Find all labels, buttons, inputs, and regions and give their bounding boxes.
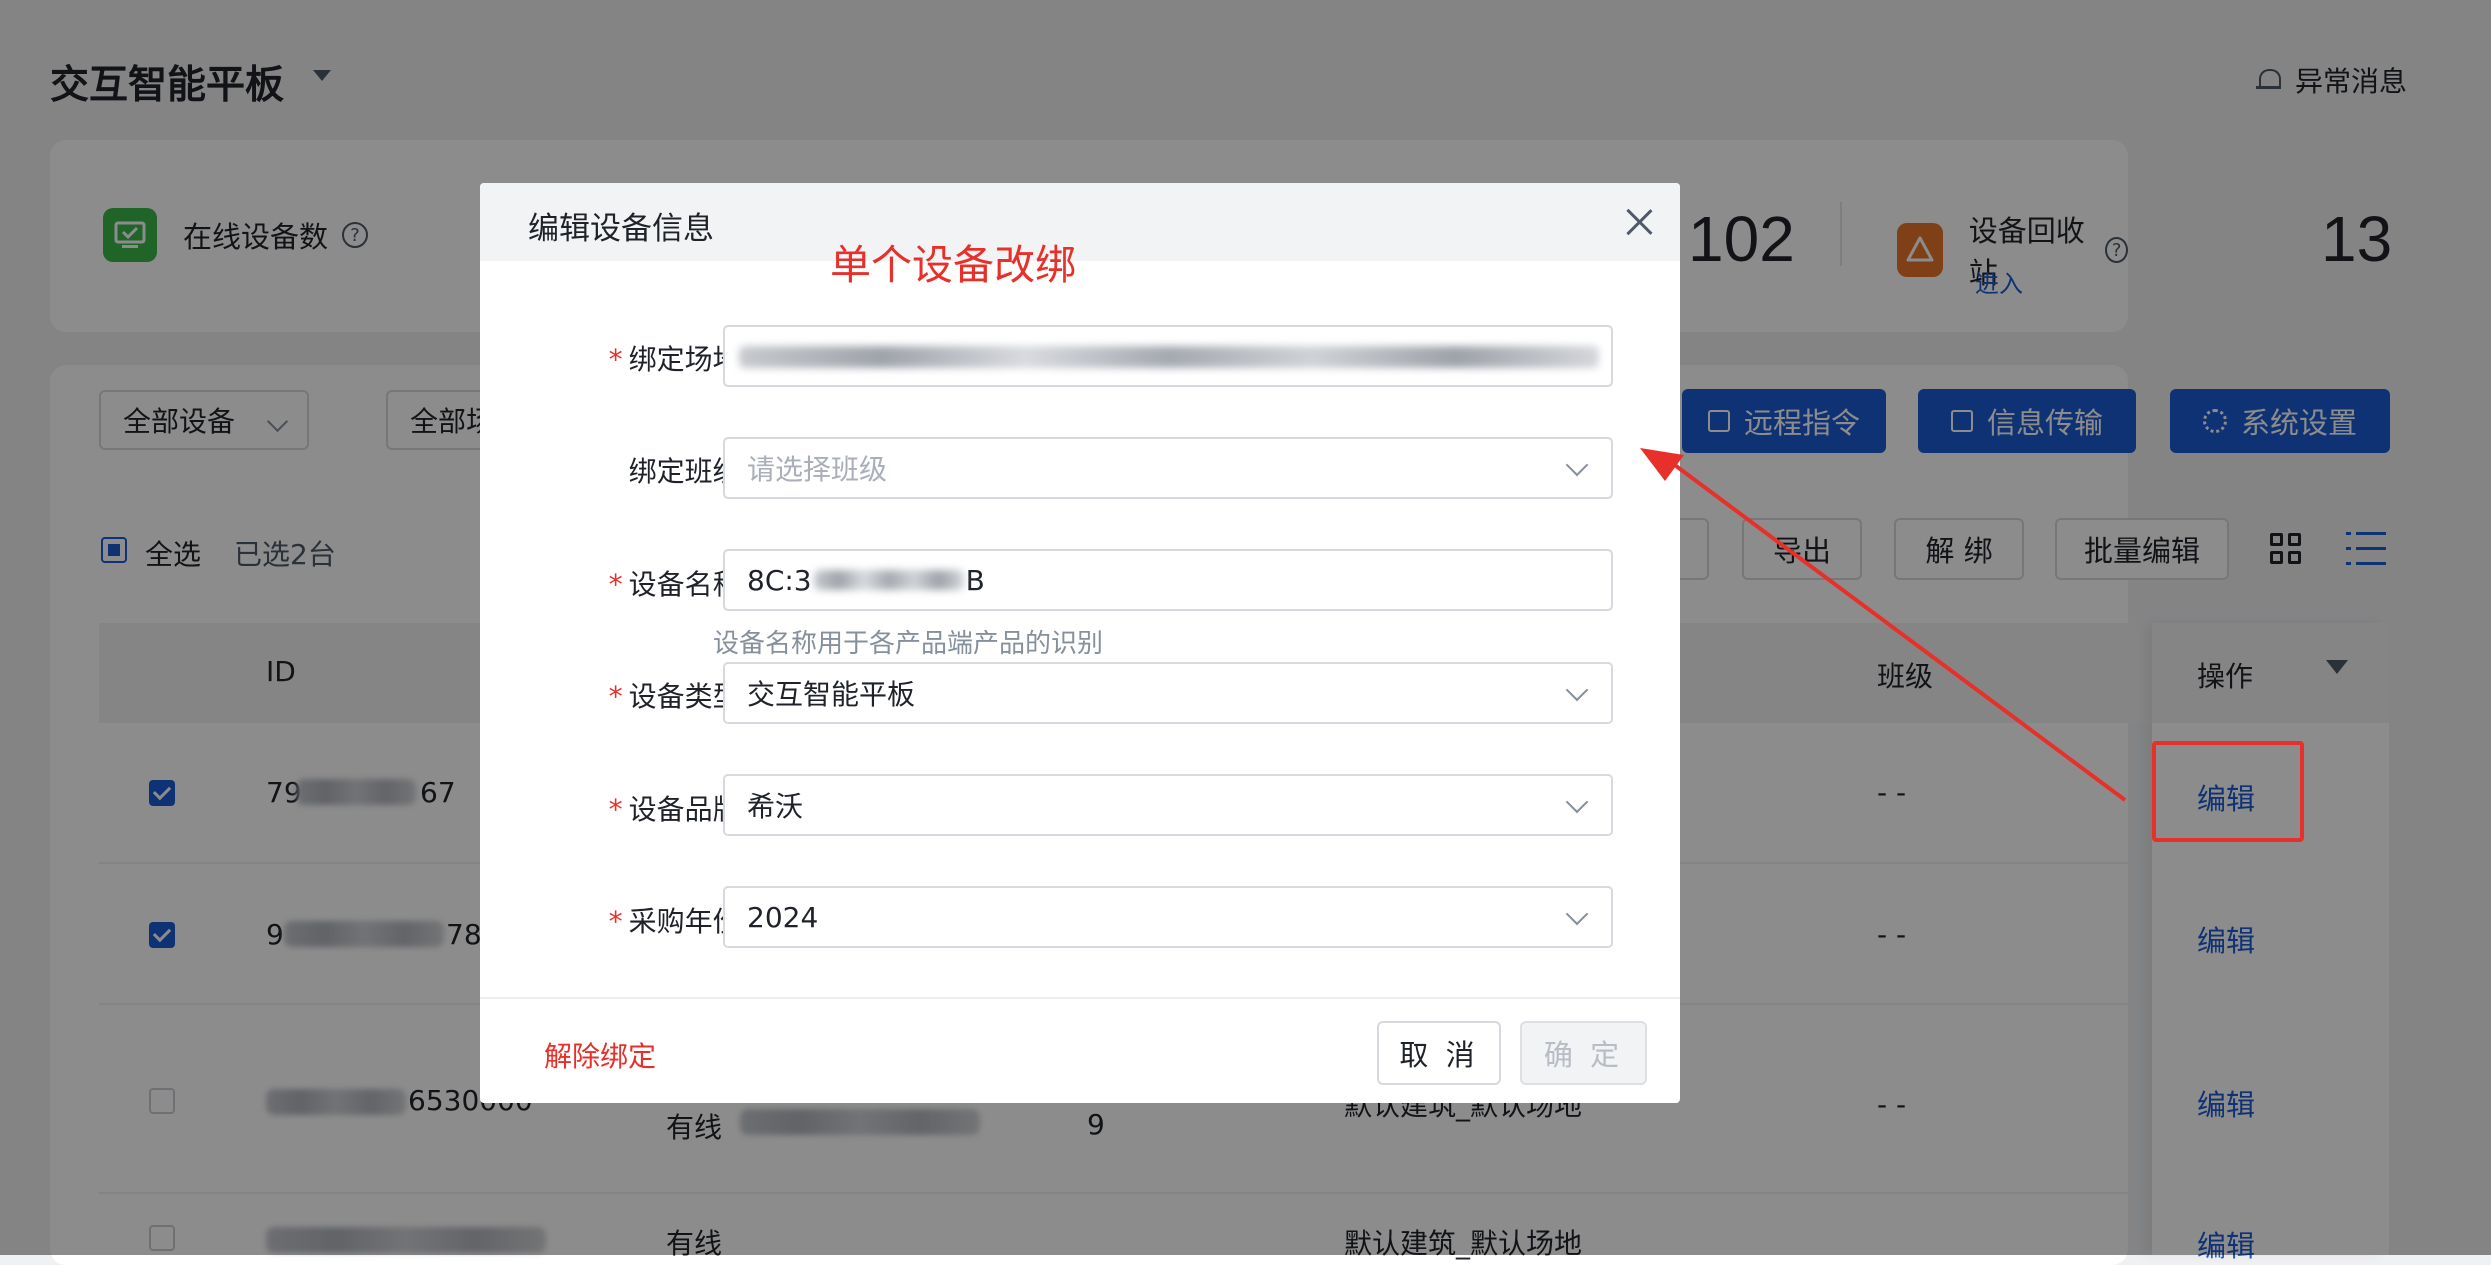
annotation-arrow: [1640, 448, 2127, 802]
